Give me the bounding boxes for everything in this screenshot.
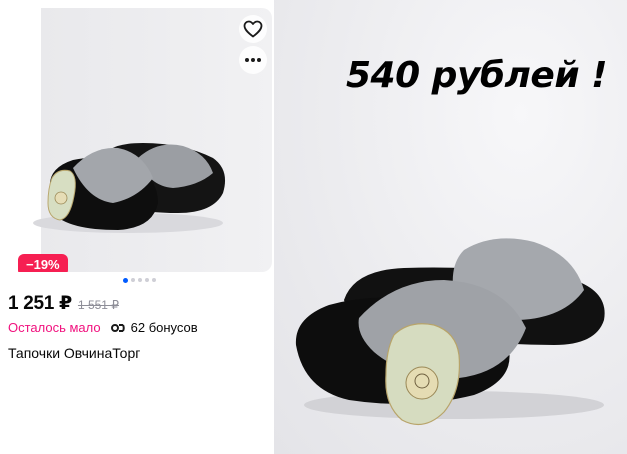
- carousel-dot[interactable]: [145, 278, 149, 282]
- carousel-dot[interactable]: [138, 278, 142, 282]
- bonus-points: 62 бонусов: [130, 320, 198, 335]
- meta-row: Осталось мало 62 бонусов: [8, 320, 198, 335]
- more-dots-icon: [245, 58, 261, 62]
- discount-badge: −19%: [18, 254, 68, 272]
- old-price: 1 551 ₽: [77, 298, 119, 312]
- more-options-button[interactable]: [239, 46, 267, 74]
- favorite-button[interactable]: [239, 15, 267, 43]
- price-row: 1 251 ₽ 1 551 ₽: [8, 292, 119, 315]
- product-card[interactable]: −19% 1 251 ₽ 1 551 ₽ Осталось мало 62 бо…: [0, 0, 272, 454]
- current-price: 1 251 ₽: [8, 293, 72, 314]
- carousel-dot[interactable]: [152, 278, 156, 282]
- slippers-photo: [33, 143, 226, 233]
- product-image[interactable]: −19%: [8, 8, 272, 272]
- image-carousel-dots[interactable]: [123, 277, 156, 283]
- carousel-dot[interactable]: [131, 278, 135, 282]
- bonus-infinity-icon: [110, 323, 125, 333]
- heart-outline-icon: [243, 20, 263, 38]
- promo-price-text: 540 рублей !: [346, 55, 608, 96]
- carousel-dot[interactable]: [123, 277, 128, 283]
- promo-image: 540 рублей !: [274, 0, 627, 454]
- product-title[interactable]: Тапочки ОвчинаТорг: [8, 345, 140, 361]
- stock-status: Осталось мало: [8, 320, 101, 335]
